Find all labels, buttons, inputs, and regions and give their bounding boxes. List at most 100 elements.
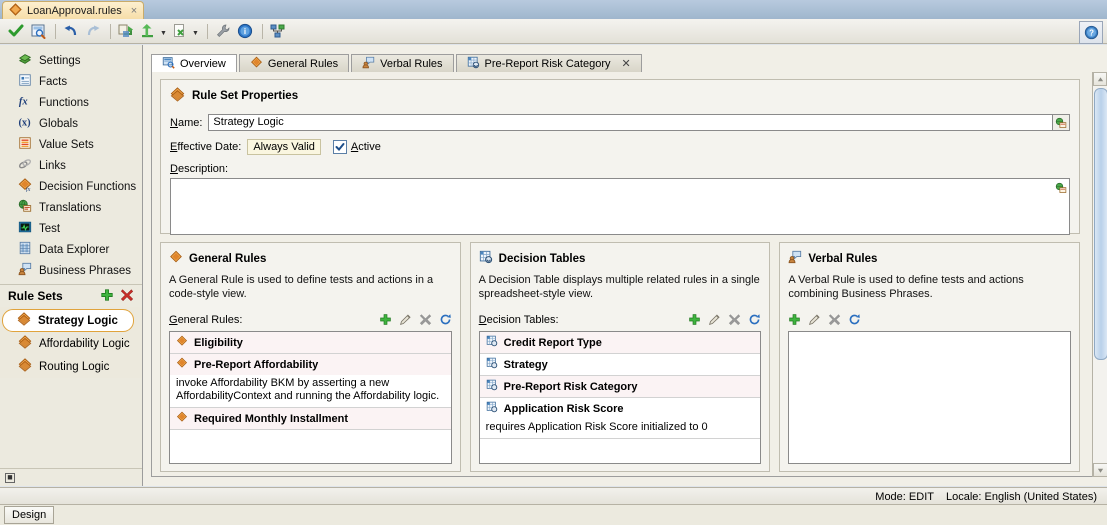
sidebar-item-functions[interactable]: fx Functions [0,92,142,113]
undo-icon[interactable] [61,21,81,41]
promote-dropdown-caret-icon[interactable]: ▼ [160,30,167,37]
document-tab[interactable]: LoanApproval.rules × [2,1,145,20]
rule-set-item-routing-logic[interactable]: Routing Logic [0,355,142,378]
sidebar-item-globals[interactable]: (x) Globals [0,113,142,134]
verbal-rules-list[interactable] [788,331,1072,464]
toolbar-separator [55,23,56,39]
add-icon[interactable] [788,313,801,326]
name-input[interactable]: Strategy Logic [208,114,1053,131]
panel-list-label: Decision Tables: [478,313,559,326]
add-icon[interactable] [379,313,392,326]
delete-x-icon[interactable] [120,288,134,305]
sidebar-item-translations[interactable]: Translations [0,197,142,218]
decision-table-icon [479,250,493,267]
list-item[interactable]: Required Monthly Installment [170,408,451,430]
panel-description: A Decision Table displays multiple relat… [478,274,760,300]
list-item[interactable]: Strategy [479,354,761,376]
rule-set-icon [18,335,32,352]
effective-date-value[interactable]: Always Valid [247,139,321,155]
decision-functions-icon: fx [18,178,32,195]
sidebar-item-settings[interactable]: Settings [0,50,142,71]
scroll-down-arrow-icon[interactable] [1093,463,1107,477]
list-item[interactable]: Pre-Report Affordability [170,354,451,375]
delete-x-icon[interactable] [728,313,741,326]
close-icon[interactable]: × [131,5,137,17]
general-rules-icon [176,335,188,350]
edit-pencil-icon[interactable] [708,313,721,326]
sidebar-footer: ■ [0,468,142,486]
sidebar-nav-list: Settings Facts fx Functions (x) Globals [0,45,142,281]
promote-icon[interactable] [138,21,158,41]
panel-list-header [788,311,1071,328]
add-icon[interactable] [688,313,701,326]
sidebar-item-label: Data Explorer [39,243,110,256]
sidebar-item-links[interactable]: Links [0,155,142,176]
description-value [171,179,1069,183]
tab-label: General Rules [267,57,339,70]
validate-icon[interactable] [6,21,26,41]
delete-x-icon[interactable] [828,313,841,326]
value-sets-icon [18,136,32,153]
list-item-name: Pre-Report Affordability [194,358,319,371]
edit-pencil-icon[interactable] [399,313,412,326]
rule-set-item-affordability-logic[interactable]: Affordability Logic [0,332,142,355]
help-button[interactable]: ? [1079,21,1103,44]
refresh-icon[interactable] [748,313,761,326]
tab-general-rules[interactable]: General Rules [238,54,350,72]
decision-tables-panel: Decision Tables A Decision Table display… [469,242,771,472]
delete-x-icon[interactable] [419,313,432,326]
list-item[interactable]: Application Risk Score [479,398,761,419]
export-dropdown-caret-icon[interactable]: ▼ [192,30,199,37]
tab-label: Verbal Rules [380,57,443,70]
plus-icon[interactable] [100,288,114,305]
active-checkbox[interactable] [332,140,347,154]
active-label: Active [350,141,381,153]
panel-header: Decision Tables [479,250,762,267]
translations-icon[interactable] [1052,179,1069,196]
apply-icon[interactable] [116,21,136,41]
svg-text:i: i [244,27,246,36]
sidebar-item-test[interactable]: Test [0,218,142,239]
tab-pre-report-risk-category[interactable]: Pre-Report Risk Category ✕ [455,54,642,72]
decision-tables-list[interactable]: Credit Report Type Strategy Pre-Report R… [478,331,762,464]
tab-close-icon[interactable]: ✕ [621,57,630,70]
status-mode: Mode: EDIT [875,490,934,503]
wrench-icon[interactable] [213,21,233,41]
tab-label: Pre-Report Risk Category [484,57,611,70]
redo-icon[interactable] [83,21,103,41]
translations-icon[interactable] [1053,114,1070,131]
panel-list-label: General Rules: [169,313,243,326]
export-icon[interactable] [170,21,190,41]
scrollbar-thumb[interactable] [1094,88,1107,360]
vertical-scrollbar[interactable] [1092,72,1107,477]
sidebar-item-decision-functions[interactable]: fx Decision Functions [0,176,142,197]
toolbar-separator [261,23,263,39]
sidebar-item-facts[interactable]: Facts [0,71,142,92]
design-tab[interactable]: Design [4,506,55,524]
sidebar-item-business-phrases[interactable]: Business Phrases [0,260,142,281]
panel-list-header: General Rules: [169,311,452,328]
list-item[interactable]: Credit Report Type [479,332,761,354]
refresh-icon[interactable] [439,313,452,326]
tab-verbal-rules[interactable]: Verbal Rules [351,54,454,72]
refresh-icon[interactable] [848,313,861,326]
panel-actions [788,313,861,326]
sidebar-item-value-sets[interactable]: Value Sets [0,134,142,155]
description-input[interactable] [170,178,1070,235]
list-item[interactable]: Eligibility [170,332,451,354]
scroll-up-arrow-icon[interactable] [1093,72,1107,86]
resize-grip-icon[interactable]: ■ [5,472,15,483]
sidebar-item-data-explorer[interactable]: Data Explorer [0,239,142,260]
diagram-icon[interactable] [268,21,288,41]
svg-text:fx: fx [19,97,28,108]
effective-date-label: Effective Date: [170,141,242,153]
tab-overview[interactable]: Overview [151,54,237,73]
links-icon [18,157,32,174]
preview-icon[interactable] [28,21,48,41]
list-item-name: Application Risk Score [503,402,624,415]
list-item[interactable]: Pre-Report Risk Category [479,376,761,398]
general-rules-list[interactable]: Eligibility Pre-Report Affordability inv… [169,331,452,464]
rule-set-item-strategy-logic[interactable]: Strategy Logic [2,309,134,332]
info-icon[interactable]: i [235,21,255,41]
edit-pencil-icon[interactable] [808,313,821,326]
